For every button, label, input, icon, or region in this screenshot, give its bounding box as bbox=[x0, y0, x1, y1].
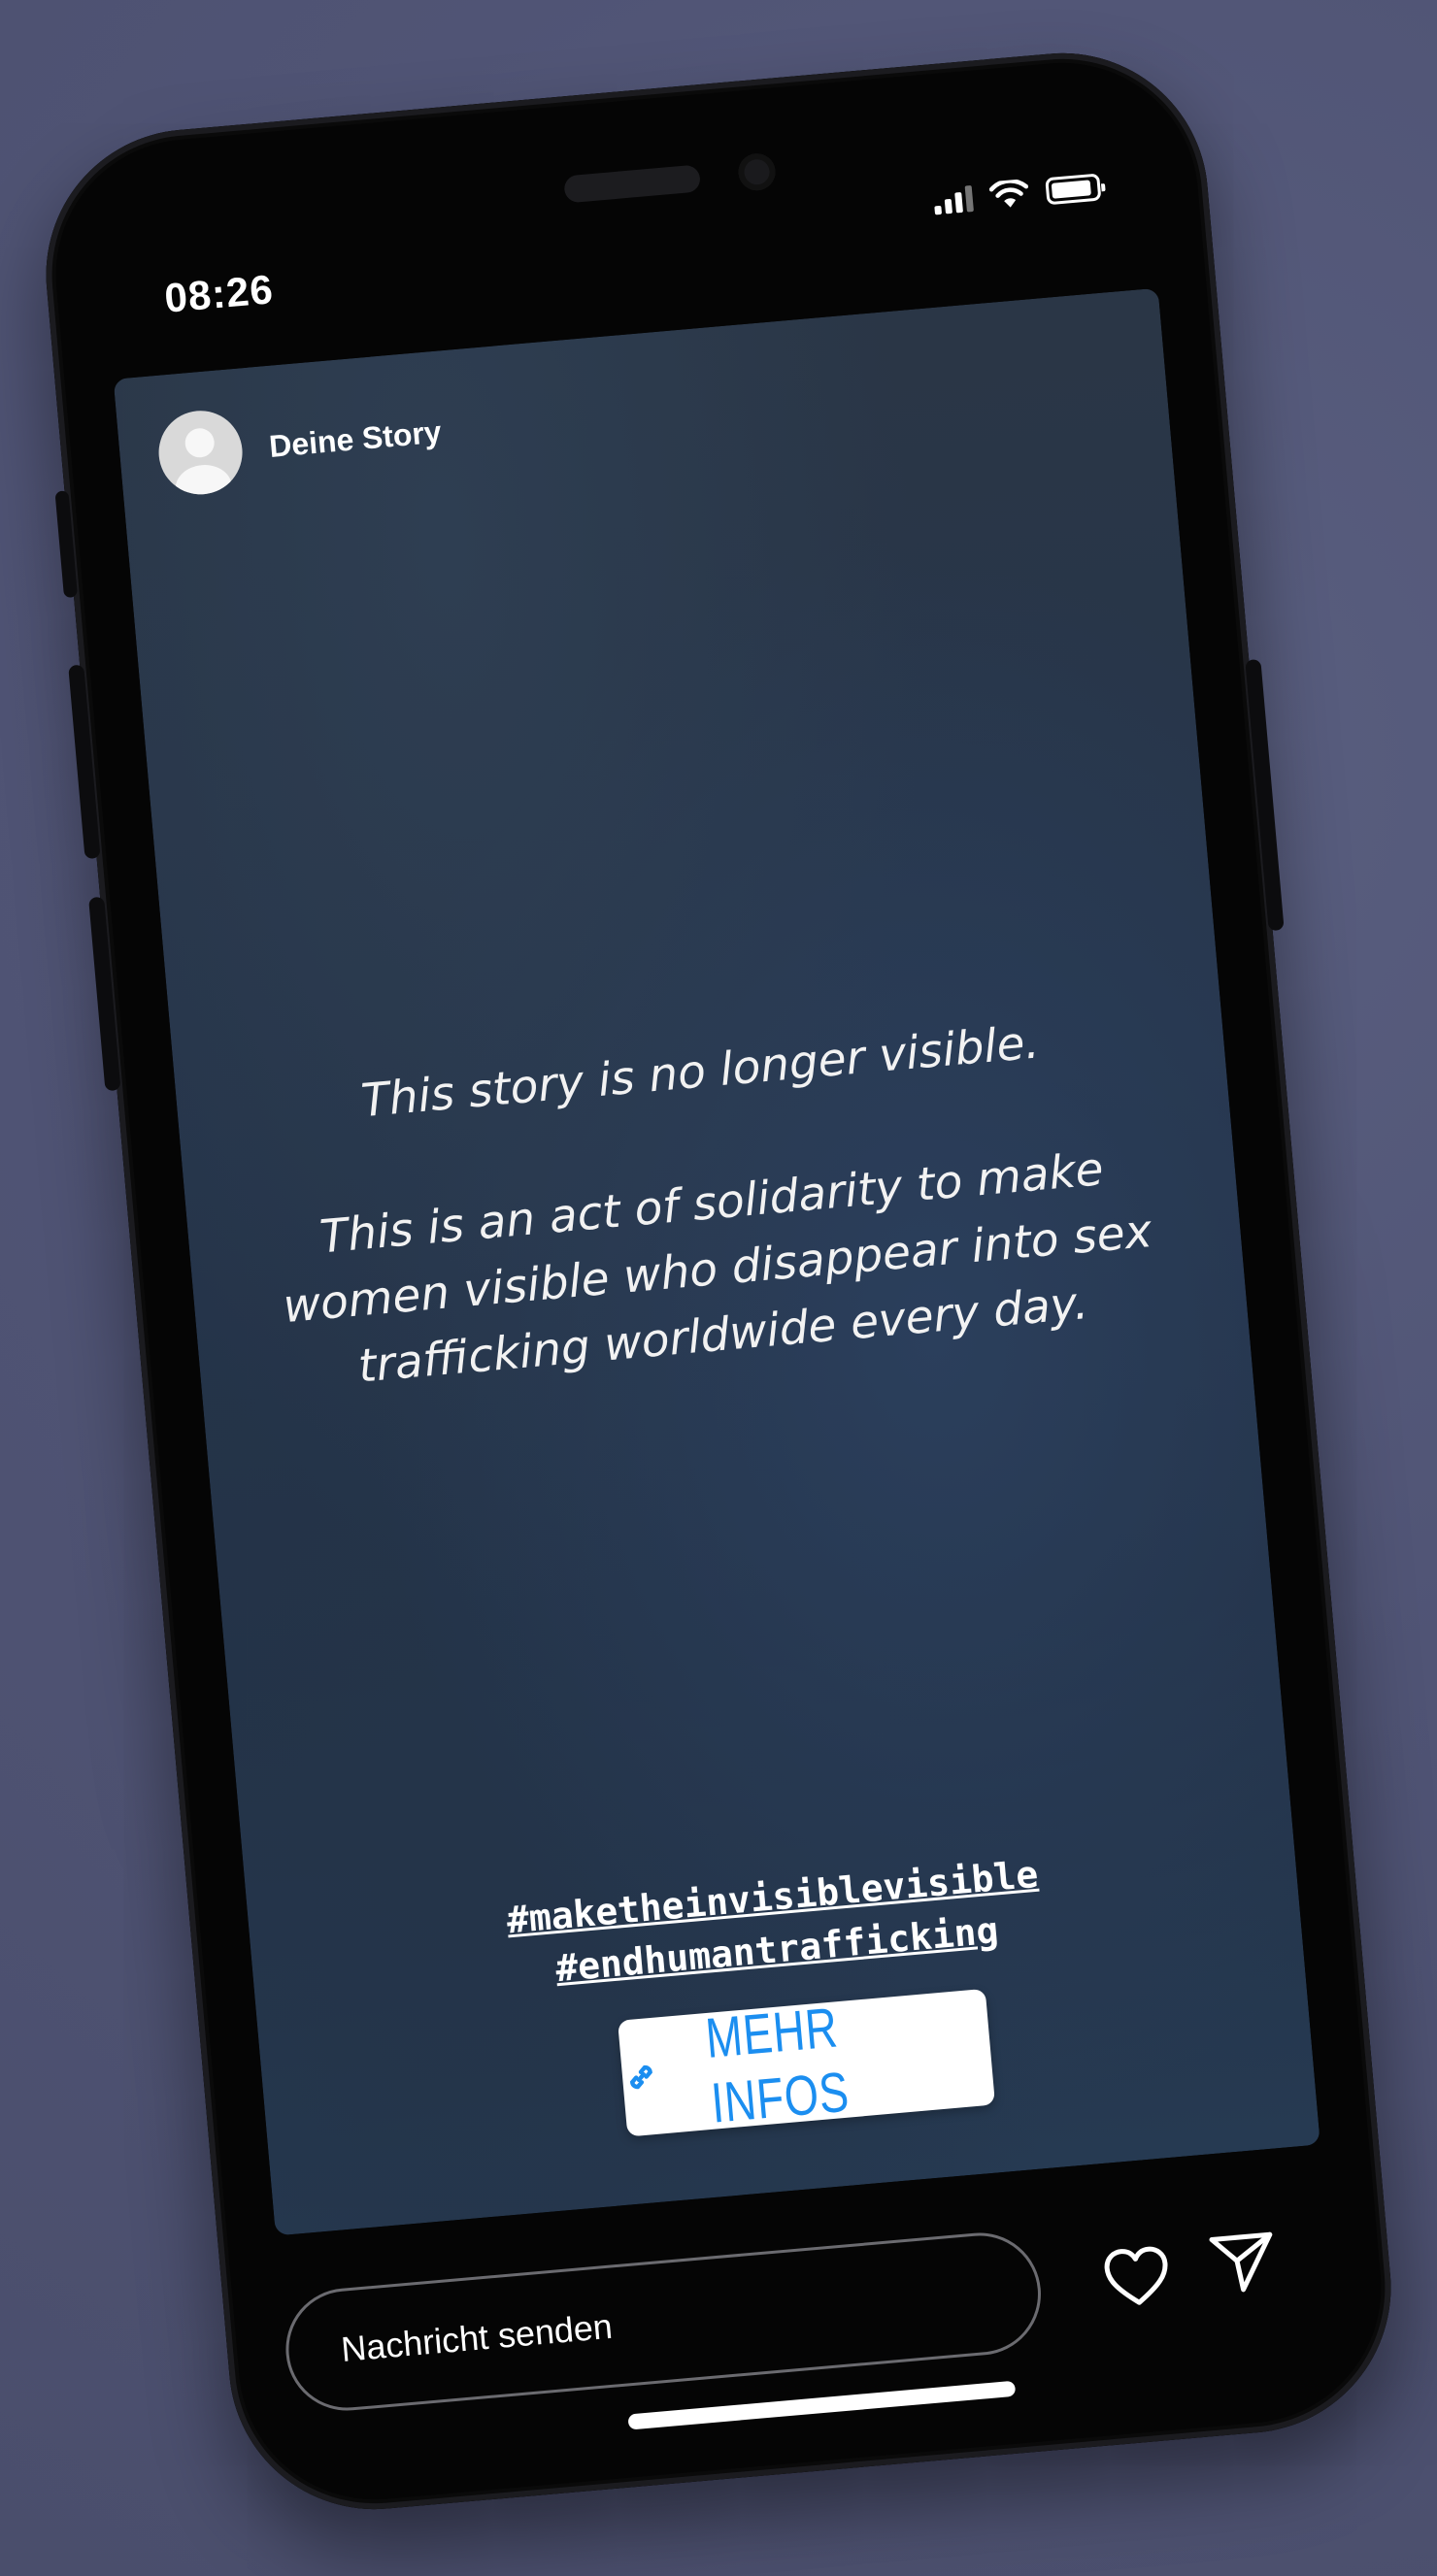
cellular-signal-icon bbox=[933, 184, 974, 215]
story-header: Deine Story bbox=[154, 390, 445, 498]
background: 08:26 Deine Story This story is no longe… bbox=[0, 0, 1437, 2576]
more-info-link-sticker[interactable]: MEHR INFOS bbox=[618, 1988, 996, 2137]
story-username[interactable]: Deine Story bbox=[268, 413, 443, 464]
story-message: This story is no longer visible. This is… bbox=[252, 1001, 1171, 1407]
hashtag-list: #maketheinvisiblevisible #endhumantraffi… bbox=[384, 1837, 1166, 2009]
story-viewer[interactable]: Deine Story This story is no longer visi… bbox=[113, 287, 1320, 2236]
heart-icon[interactable] bbox=[1095, 2235, 1180, 2320]
phone-device: 08:26 Deine Story This story is no longe… bbox=[34, 41, 1403, 2522]
status-time: 08:26 bbox=[162, 266, 276, 321]
link-icon bbox=[629, 2064, 652, 2090]
link-sticker-label: MEHR INFOS bbox=[702, 1996, 852, 2135]
default-avatar-icon[interactable] bbox=[154, 407, 247, 498]
send-icon[interactable] bbox=[1201, 2220, 1286, 2304]
wifi-icon bbox=[988, 179, 1029, 208]
message-placeholder: Nachricht senden bbox=[339, 2305, 615, 2369]
battery-icon bbox=[1045, 173, 1102, 206]
